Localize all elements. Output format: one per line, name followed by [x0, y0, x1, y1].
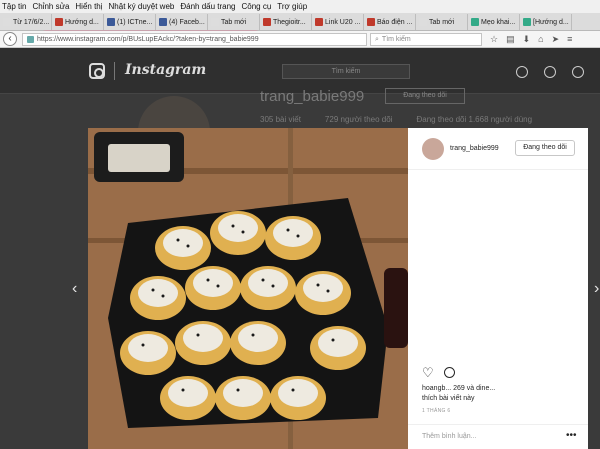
- tab-label: [Hướng d...: [533, 18, 569, 26]
- tab-label: (4) Faceb...: [169, 18, 205, 26]
- tab-label: Thegioitr...: [273, 18, 306, 26]
- menu-edit[interactable]: Chỉnh sửa: [32, 2, 69, 11]
- back-button[interactable]: ‹: [3, 32, 17, 46]
- toolbar-icons: ☆ ▤ ⬇ ⌂ ➤ ≡: [490, 34, 572, 45]
- stat-followers[interactable]: 729 người theo dõi: [325, 115, 393, 124]
- stat-posts[interactable]: 305 bài viết: [260, 115, 301, 124]
- menu-bookmarks[interactable]: Đánh dấu trang: [180, 2, 235, 11]
- tab-label: Báo điện ...: [377, 18, 413, 26]
- likes-names[interactable]: hoangb... 269 và dine...: [422, 384, 582, 394]
- browser-search-placeholder: Tìm kiếm: [381, 36, 411, 43]
- tab-bar: Từ 17/6/2... Hướng d... (1) ICTne... (4) Fa…: [0, 13, 600, 31]
- browser-tab[interactable]: [Hướng d...: [520, 14, 572, 30]
- menu-help[interactable]: Trợ giúp: [277, 2, 307, 11]
- lock-icon: [27, 36, 34, 43]
- post-author-username[interactable]: trang_babie999: [450, 145, 499, 152]
- post-header: trang_babie999 Đang theo dõi: [408, 128, 588, 170]
- instagram-camera-icon[interactable]: [89, 63, 105, 79]
- post-sidebar: trang_babie999 Đang theo dõi ♡ hoangb...…: [408, 128, 588, 449]
- send-icon[interactable]: ➤: [552, 34, 560, 45]
- tab-label: Hướng d...: [65, 18, 99, 26]
- heart-icon[interactable]: [544, 66, 556, 78]
- star-icon[interactable]: ☆: [490, 34, 498, 45]
- browser-tab[interactable]: Từ 17/6/2...: [0, 14, 52, 30]
- tab-label: Từ 17/6/2...: [13, 18, 50, 26]
- menu-icon[interactable]: ≡: [567, 34, 572, 45]
- tab-favicon-icon: [419, 18, 427, 26]
- post-image[interactable]: [88, 128, 408, 449]
- browser-search-input[interactable]: ⌕ Tìm kiếm: [370, 33, 482, 46]
- browser-tab[interactable]: Hướng d...: [52, 14, 104, 30]
- navigation-bar: ‹ https://www.instagram.com/p/BUsLupEAck…: [0, 31, 600, 48]
- more-options-icon[interactable]: •••: [566, 430, 577, 441]
- tab-favicon-icon: [211, 18, 219, 26]
- tab-favicon-icon: [367, 18, 375, 26]
- explore-icon[interactable]: [516, 66, 528, 78]
- tab-label: (1) ICTne...: [117, 18, 153, 26]
- tab-label: Tab mới: [429, 18, 455, 26]
- post-author-avatar[interactable]: [422, 138, 444, 160]
- food-photo-illustration: [88, 128, 408, 449]
- tab-favicon-icon: [523, 18, 531, 26]
- post-likes: hoangb... 269 và dine... thích bài viết …: [422, 384, 582, 404]
- search-icon: ⌕: [375, 35, 379, 43]
- tab-favicon-icon: [263, 18, 271, 26]
- browser-tab[interactable]: Mẹo khai...: [468, 14, 520, 30]
- home-icon[interactable]: ⌂: [538, 34, 543, 45]
- url-text: https://www.instagram.com/p/BUsLupEAckc/…: [37, 36, 259, 43]
- library-icon[interactable]: ▤: [506, 34, 515, 45]
- instagram-nav-icons: [516, 66, 584, 78]
- next-post-arrow-icon[interactable]: ›: [594, 281, 599, 297]
- profile-stats: 305 bài viết 729 người theo dõi Đang the…: [260, 115, 532, 124]
- tab-label: Tab mới: [221, 18, 247, 26]
- previous-post-arrow-icon[interactable]: ‹: [72, 281, 77, 297]
- browser-tab[interactable]: Link U20 ...: [312, 14, 364, 30]
- like-heart-icon[interactable]: ♡: [422, 366, 434, 379]
- tab-label: Link U20 ...: [325, 18, 361, 26]
- profile-icon[interactable]: [572, 66, 584, 78]
- download-icon[interactable]: ⬇: [523, 34, 531, 45]
- comment-bubble-icon[interactable]: [443, 367, 455, 378]
- tab-favicon-icon: [55, 18, 63, 26]
- post-actions: ♡: [422, 366, 455, 379]
- profile-following-button[interactable]: Đang theo dõi: [385, 88, 465, 104]
- menu-file[interactable]: Tập tin: [2, 2, 26, 11]
- likes-suffix: thích bài viết này: [422, 395, 475, 402]
- tab-favicon-icon: [3, 18, 11, 26]
- tab-favicon-icon: [471, 18, 479, 26]
- browser-tab[interactable]: (1) ICTne...: [104, 14, 156, 30]
- browser-tab[interactable]: (4) Faceb...: [156, 14, 208, 30]
- browser-tab[interactable]: Thegioitr...: [260, 14, 312, 30]
- browser-tab[interactable]: Tab mới: [416, 14, 468, 30]
- stat-following[interactable]: Đang theo dõi 1.668 người dùng: [416, 115, 532, 124]
- comment-bar: Thêm bình luận... •••: [408, 424, 588, 449]
- menu-view[interactable]: Hiển thị: [75, 2, 102, 11]
- logo-divider: [114, 62, 115, 80]
- tab-favicon-icon: [315, 18, 323, 26]
- tab-favicon-icon: [107, 18, 115, 26]
- tab-label: Mẹo khai...: [481, 18, 516, 26]
- menu-tools[interactable]: Công cụ: [242, 2, 272, 11]
- comment-input[interactable]: Thêm bình luận...: [422, 433, 476, 440]
- post-timestamp[interactable]: 1 THÁNG 6: [422, 408, 450, 414]
- instagram-search-input[interactable]: Tìm kiếm: [282, 64, 410, 79]
- tab-favicon-icon: [159, 18, 167, 26]
- menu-history[interactable]: Nhật ký duyệt web: [109, 2, 175, 11]
- browser-tab[interactable]: Báo điện ...: [364, 14, 416, 30]
- browser-tab[interactable]: Tab mới: [208, 14, 260, 30]
- url-bar[interactable]: https://www.instagram.com/p/BUsLupEAckc/…: [22, 33, 367, 46]
- profile-username: trang_babie999: [260, 88, 365, 105]
- menu-bar: Tập tin Chỉnh sửa Hiển thị Nhật ký duyệt…: [0, 0, 600, 13]
- instagram-wordmark[interactable]: Instagram: [125, 62, 206, 78]
- post-following-button[interactable]: Đang theo dõi: [515, 140, 575, 156]
